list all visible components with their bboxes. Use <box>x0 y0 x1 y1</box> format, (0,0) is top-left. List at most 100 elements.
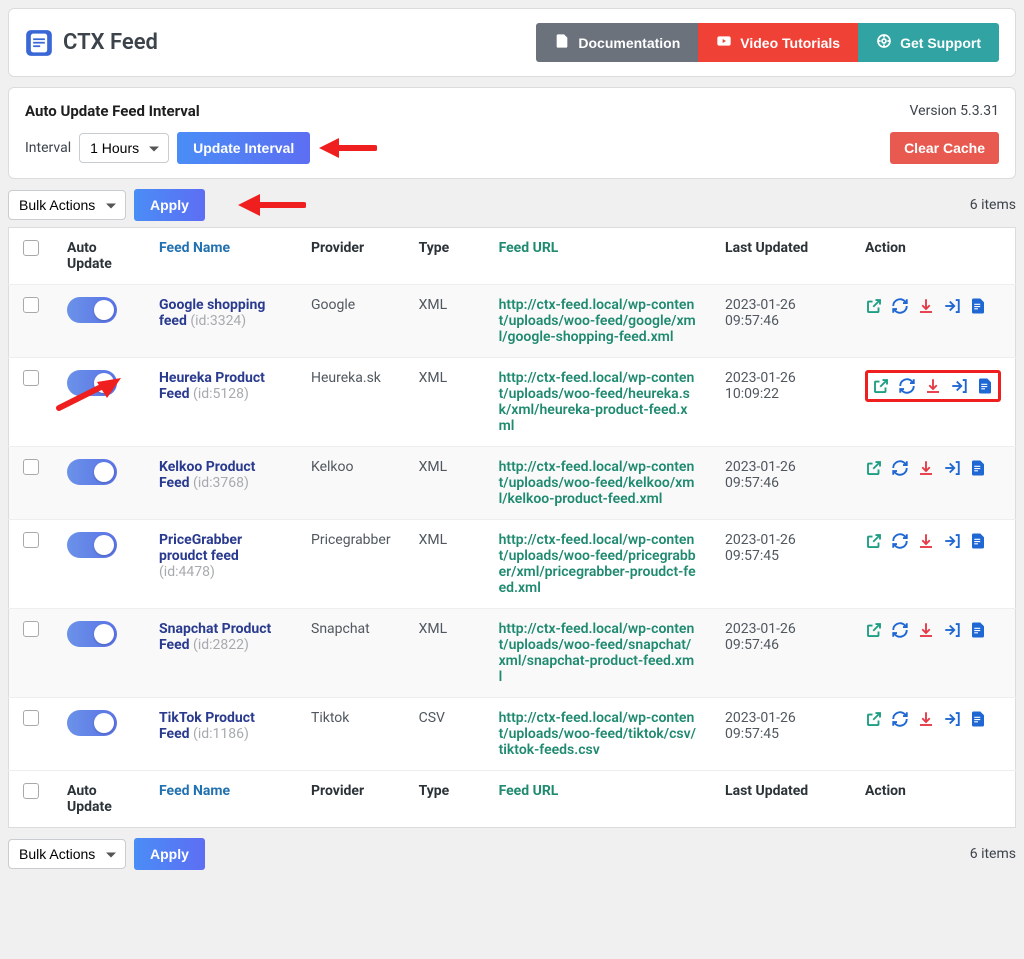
view-icon[interactable] <box>865 297 883 315</box>
feed-id: (id:4478) <box>159 564 215 580</box>
select-all-checkbox-bottom[interactable] <box>23 783 39 799</box>
feed-url-link[interactable]: http://ctx-feed.local/wp-content/uploads… <box>499 710 696 758</box>
log-icon[interactable] <box>976 377 994 395</box>
column-feed-url-foot: Feed URL <box>499 783 559 799</box>
clear-cache-button[interactable]: Clear Cache <box>890 132 999 164</box>
feed-url-link[interactable]: http://ctx-feed.local/wp-content/uploads… <box>499 370 695 434</box>
get-support-label: Get Support <box>900 35 981 51</box>
doc-icon <box>554 33 570 52</box>
interval-select[interactable]: 1 Hours <box>79 133 169 163</box>
type-cell: CSV <box>405 698 485 771</box>
row-checkbox[interactable] <box>23 459 39 475</box>
interval-label: Interval <box>25 140 71 156</box>
table-row: Snapchat Product Feed (id:2822)SnapchatX… <box>9 609 1016 698</box>
bulk-actions-select[interactable]: Bulk Actions <box>8 190 126 220</box>
auto-update-toggle[interactable] <box>67 370 117 396</box>
export-icon[interactable] <box>943 710 961 728</box>
regenerate-icon[interactable] <box>898 377 916 395</box>
row-checkbox[interactable] <box>23 710 39 726</box>
youtube-icon <box>716 33 732 52</box>
log-icon[interactable] <box>969 710 987 728</box>
view-icon[interactable] <box>865 459 883 477</box>
feed-id: (id:2822) <box>193 637 249 653</box>
column-type-foot: Type <box>405 771 485 828</box>
provider-cell: Google <box>297 285 405 358</box>
table-row: TikTok Product Feed (id:1186)TiktokCSVht… <box>9 698 1016 771</box>
view-icon[interactable] <box>865 532 883 550</box>
feeds-table: Auto Update Feed Name Provider Type Feed… <box>8 227 1016 828</box>
export-icon[interactable] <box>943 621 961 639</box>
provider-cell: Tiktok <box>297 698 405 771</box>
app-icon <box>25 29 53 57</box>
version-text: Version 5.3.31 <box>910 103 999 119</box>
brand: CTX Feed <box>25 29 158 57</box>
column-feed-name-foot[interactable]: Feed Name <box>159 783 230 799</box>
export-icon[interactable] <box>943 297 961 315</box>
feed-id: (id:1186) <box>193 726 249 742</box>
type-cell: XML <box>405 358 485 447</box>
header-bar: CTX Feed Documentation Video Tutorials G… <box>8 8 1016 77</box>
updated-cell: 2023-01-26 09:57:46 <box>711 447 851 520</box>
regenerate-icon[interactable] <box>891 459 909 477</box>
auto-update-toggle[interactable] <box>67 532 117 558</box>
feed-name-link[interactable]: PriceGrabber proudct feed <box>159 532 242 564</box>
feed-url-link[interactable]: http://ctx-feed.local/wp-content/uploads… <box>499 459 695 507</box>
updated-cell: 2023-01-26 09:57:46 <box>711 609 851 698</box>
auto-update-toggle[interactable] <box>67 297 117 323</box>
item-count-top: 6 items <box>970 197 1016 213</box>
auto-update-toggle[interactable] <box>67 710 117 736</box>
column-feed-name[interactable]: Feed Name <box>159 240 230 256</box>
column-action: Action <box>851 228 1016 285</box>
log-icon[interactable] <box>969 621 987 639</box>
documentation-button[interactable]: Documentation <box>536 23 698 62</box>
download-icon[interactable] <box>924 377 942 395</box>
feed-url-link[interactable]: http://ctx-feed.local/wp-content/uploads… <box>499 297 696 345</box>
regenerate-icon[interactable] <box>891 710 909 728</box>
export-icon[interactable] <box>943 532 961 550</box>
video-tutorials-button[interactable]: Video Tutorials <box>698 23 858 62</box>
row-checkbox[interactable] <box>23 297 39 313</box>
select-all-checkbox[interactable] <box>23 240 39 256</box>
regenerate-icon[interactable] <box>891 297 909 315</box>
bulk-actions-select-bottom[interactable]: Bulk Actions <box>8 839 126 869</box>
apply-button-top[interactable]: Apply <box>134 189 205 221</box>
download-icon[interactable] <box>917 459 935 477</box>
view-icon[interactable] <box>865 621 883 639</box>
feed-url-link[interactable]: http://ctx-feed.local/wp-content/uploads… <box>499 621 695 685</box>
download-icon[interactable] <box>917 710 935 728</box>
view-icon[interactable] <box>872 377 890 395</box>
auto-update-toggle[interactable] <box>67 621 117 647</box>
row-checkbox[interactable] <box>23 621 39 637</box>
export-icon[interactable] <box>943 459 961 477</box>
regenerate-icon[interactable] <box>891 532 909 550</box>
table-row: PriceGrabber proudct feed (id:4478)Price… <box>9 520 1016 609</box>
auto-update-toggle[interactable] <box>67 459 117 485</box>
download-icon[interactable] <box>917 532 935 550</box>
view-icon[interactable] <box>865 710 883 728</box>
column-provider-foot: Provider <box>297 771 405 828</box>
type-cell: XML <box>405 285 485 358</box>
download-icon[interactable] <box>917 621 935 639</box>
get-support-button[interactable]: Get Support <box>858 23 999 62</box>
apply-button-bottom[interactable]: Apply <box>134 838 205 870</box>
column-feed-url: Feed URL <box>499 240 559 256</box>
provider-cell: Snapchat <box>297 609 405 698</box>
feed-id: (id:3768) <box>193 475 249 491</box>
column-auto-update-foot: Auto Update <box>53 771 145 828</box>
row-checkbox[interactable] <box>23 532 39 548</box>
annotation-arrow-icon <box>236 193 306 217</box>
log-icon[interactable] <box>969 297 987 315</box>
update-interval-button[interactable]: Update Interval <box>177 132 310 164</box>
app-title: CTX Feed <box>63 30 158 55</box>
log-icon[interactable] <box>969 532 987 550</box>
feed-url-link[interactable]: http://ctx-feed.local/wp-content/uploads… <box>499 532 696 596</box>
updated-cell: 2023-01-26 10:09:22 <box>711 358 851 447</box>
regenerate-icon[interactable] <box>891 621 909 639</box>
documentation-label: Documentation <box>578 35 680 51</box>
export-icon[interactable] <box>950 377 968 395</box>
download-icon[interactable] <box>917 297 935 315</box>
log-icon[interactable] <box>969 459 987 477</box>
column-type: Type <box>405 228 485 285</box>
row-checkbox[interactable] <box>23 370 39 386</box>
updated-cell: 2023-01-26 09:57:45 <box>711 520 851 609</box>
